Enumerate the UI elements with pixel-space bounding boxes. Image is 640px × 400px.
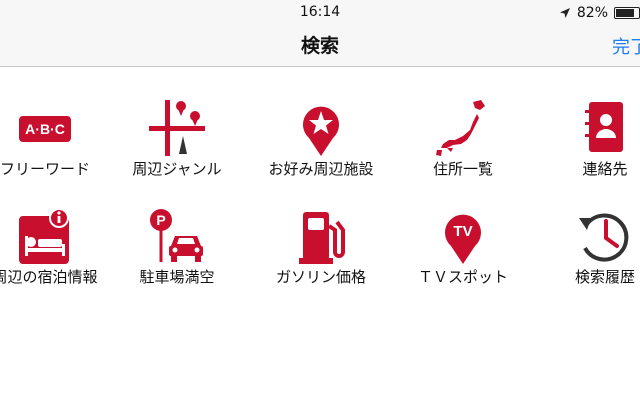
battery-percent: 82% — [576, 5, 608, 21]
menu-item-label: 連絡先 — [582, 160, 628, 178]
tv-pin-icon: TV — [433, 206, 493, 266]
menu-item-label: 検索履歴 — [574, 268, 635, 286]
history-clock-icon — [575, 206, 635, 266]
gas-pump-icon — [291, 206, 351, 266]
location-arrow-icon — [559, 8, 570, 18]
menu-item-tv-spot[interactable]: TV ＴＶスポット — [398, 184, 528, 286]
navigation-bar: 検索 完了 — [0, 26, 640, 67]
favorite-pin-star-icon — [291, 98, 351, 158]
nearby-genre-map-icon — [147, 98, 207, 158]
status-time: 16:14 — [299, 4, 341, 20]
svg-text:P: P — [156, 212, 165, 228]
menu-item-search-history[interactable]: 検索履歴 — [540, 184, 640, 286]
japan-map-icon — [433, 98, 493, 158]
hotel-bed-icon — [15, 206, 75, 266]
done-button[interactable]: 完了 — [612, 33, 640, 59]
menu-item-address-list[interactable]: 住所一覧 — [398, 76, 528, 178]
battery-icon — [614, 7, 640, 19]
menu-item-contacts[interactable]: 連絡先 — [540, 76, 640, 178]
page-title: 検索 — [300, 35, 339, 57]
search-menu-grid: A·B·C フリーワード 周辺ジャンル お好み周辺施設 住所一覧 連絡先 周辺の… — [0, 66, 640, 400]
status-indicators: 82% — [559, 4, 640, 22]
parking-car-icon: P — [147, 206, 207, 266]
abc-keyboard-icon: A·B·C — [15, 98, 75, 158]
status-bar: 16:14 82% — [0, 0, 640, 26]
svg-text:A·B·C: A·B·C — [25, 121, 65, 137]
menu-item-parking-availability[interactable]: P 駐車場満空 — [112, 184, 242, 286]
svg-text:TV: TV — [453, 223, 472, 240]
menu-item-gasoline-price[interactable]: ガソリン価格 — [256, 184, 386, 286]
menu-item-nearby-genre[interactable]: 周辺ジャンル — [112, 76, 242, 178]
contacts-book-icon — [575, 98, 635, 158]
menu-item-favorite-facilities[interactable]: お好み周辺施設 — [256, 76, 386, 178]
